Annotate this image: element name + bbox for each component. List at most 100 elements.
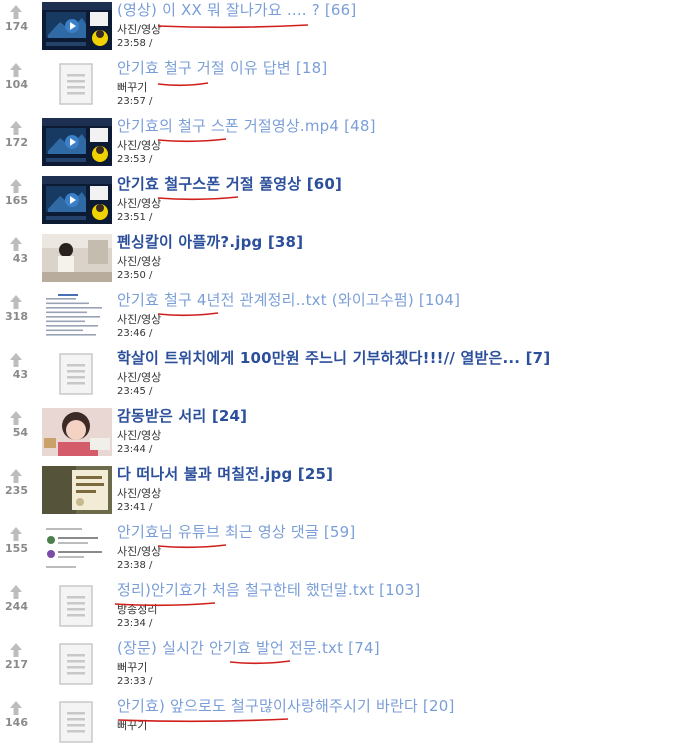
upvote-arrow-icon[interactable] (10, 700, 22, 715)
vote-count: 165 (5, 194, 28, 207)
post-row[interactable]: 54 감동받은 서리 [24] 사진/영상 23:44 / (0, 406, 684, 464)
post-row[interactable]: 172 안기효의 철구 스폰 거절영상.mp4 [48] 사진/영상 23:53… (0, 116, 684, 174)
vote-count: 54 (12, 426, 28, 439)
post-thumbnail[interactable] (42, 234, 112, 282)
upvote-arrow-icon[interactable] (10, 584, 22, 599)
vote-count: 146 (5, 716, 28, 729)
upvote-arrow-icon[interactable] (10, 468, 22, 483)
vote-area: 146 (0, 696, 36, 754)
post-thumbnail[interactable] (42, 176, 112, 224)
post-title-link[interactable]: 정리)안기효가 처음 철구한테 했던말.txt [103] (117, 580, 420, 600)
post-title-link[interactable]: 안기효의 철구 스폰 거절영상.mp4 [48] (117, 116, 376, 136)
post-title-link[interactable]: 학살이 트위치에게 100만원 주느니 기부하겠다!!!// 열받은... [7… (117, 348, 550, 368)
post-category[interactable]: 사진/영상 (117, 21, 161, 37)
upvote-arrow-icon[interactable] (10, 236, 22, 251)
document-icon[interactable] (42, 640, 112, 688)
post-category[interactable]: 사진/영상 (117, 369, 161, 385)
vote-area: 43 (0, 232, 36, 290)
vote-area: 244 (0, 580, 36, 638)
vote-area: 43 (0, 348, 36, 406)
vote-area: 318 (0, 290, 36, 348)
vote-count: 318 (5, 310, 28, 323)
post-row[interactable]: 104 안기효 철구 거절 이유 답변 [18] 뻐꾸기 23:57 / (0, 58, 684, 116)
vote-area: 174 (0, 0, 36, 58)
vote-count: 235 (5, 484, 28, 497)
post-time: 23:46 / (117, 328, 153, 339)
upvote-arrow-icon[interactable] (10, 4, 22, 19)
post-category[interactable]: 뻐꾸기 (117, 659, 147, 675)
post-time: 23:53 / (117, 154, 153, 165)
vote-count: 217 (5, 658, 28, 671)
post-row[interactable]: 318 안기효 철구 4년전 관계정리..txt (와이고수펌) [104] 사… (0, 290, 684, 348)
vote-area: 235 (0, 464, 36, 522)
post-title-link[interactable]: 다 떠나서 불과 며칠전.jpg [25] (117, 464, 333, 484)
post-title-link[interactable]: 안기효님 유튜브 최근 영상 댓글 [59] (117, 522, 355, 542)
upvote-arrow-icon[interactable] (10, 352, 22, 367)
post-title-link[interactable]: (영상) 이 XX 뭐 잘나가요 .... ? [66] (117, 0, 356, 20)
post-row[interactable]: 217 (장문) 실시간 안기효 발언 전문.txt [74] 뻐꾸기 23:3… (0, 638, 684, 696)
document-icon[interactable] (42, 60, 112, 108)
vote-area: 54 (0, 406, 36, 464)
post-time: 23:34 / (117, 618, 153, 629)
vote-count: 172 (5, 136, 28, 149)
document-icon[interactable] (42, 350, 112, 398)
upvote-arrow-icon[interactable] (10, 294, 22, 309)
post-title-link[interactable]: (장문) 실시간 안기효 발언 전문.txt [74] (117, 638, 380, 658)
vote-count: 43 (12, 368, 28, 381)
upvote-arrow-icon[interactable] (10, 526, 22, 541)
post-row[interactable]: 43 펜싱칼이 아플까?.jpg [38] 사진/영상 23:50 / (0, 232, 684, 290)
post-title-link[interactable]: 감동받은 서리 [24] (117, 406, 247, 426)
post-thumbnail[interactable] (42, 292, 112, 340)
post-category[interactable]: 사진/영상 (117, 427, 161, 443)
post-title-link[interactable]: 안기효) 앞으로도 철구많이사랑해주시기 바란다 [20] (117, 696, 455, 716)
upvote-arrow-icon[interactable] (10, 642, 22, 657)
post-time: 23:57 / (117, 96, 153, 107)
vote-count: 104 (5, 78, 28, 91)
post-time: 23:44 / (117, 444, 153, 455)
post-row[interactable]: 235 다 떠나서 불과 며칠전.jpg [25] 사진/영상 23:41 / (0, 464, 684, 522)
vote-count: 174 (5, 20, 28, 33)
post-title-link[interactable]: 안기효 철구스폰 거절 풀영상 [60] (117, 174, 342, 194)
document-icon[interactable] (42, 582, 112, 630)
post-category[interactable]: 사진/영상 (117, 543, 161, 559)
post-time: 23:33 / (117, 676, 153, 687)
post-thumbnail[interactable] (42, 118, 112, 166)
post-category[interactable]: 사진/영상 (117, 485, 161, 501)
post-row[interactable]: 174 (영상) 이 XX 뭐 잘나가요 .... ? [66] 사진/영상 2… (0, 0, 684, 58)
post-time: 23:50 / (117, 270, 153, 281)
vote-area: 165 (0, 174, 36, 232)
post-time: 23:41 / (117, 502, 153, 513)
post-category[interactable]: 방송정리 (117, 601, 157, 617)
post-row[interactable]: 43 학살이 트위치에게 100만원 주느니 기부하겠다!!!// 열받은...… (0, 348, 684, 406)
post-category[interactable]: 뻐꾸기 (117, 717, 147, 733)
post-category[interactable]: 사진/영상 (117, 195, 161, 211)
post-category[interactable]: 뻐꾸기 (117, 79, 147, 95)
post-row[interactable]: 155 안기효님 유튜브 최근 영상 댓글 [59] 사진/영상 23:38 / (0, 522, 684, 580)
post-title-link[interactable]: 안기효 철구 4년전 관계정리..txt (와이고수펌) [104] (117, 290, 460, 310)
post-category[interactable]: 사진/영상 (117, 137, 161, 153)
post-thumbnail[interactable] (42, 466, 112, 514)
post-time: 23:58 / (117, 38, 153, 49)
post-category[interactable]: 사진/영상 (117, 253, 161, 269)
post-time: 23:45 / (117, 386, 153, 397)
upvote-arrow-icon[interactable] (10, 120, 22, 135)
post-category[interactable]: 사진/영상 (117, 311, 161, 327)
post-thumbnail[interactable] (42, 408, 112, 456)
post-title-link[interactable]: 안기효 철구 거절 이유 답변 [18] (117, 58, 327, 78)
post-thumbnail[interactable] (42, 2, 112, 50)
post-time: 23:38 / (117, 560, 153, 571)
post-title-link[interactable]: 펜싱칼이 아플까?.jpg [38] (117, 232, 303, 252)
vote-count: 43 (12, 252, 28, 265)
vote-area: 217 (0, 638, 36, 696)
document-icon[interactable] (42, 698, 112, 746)
upvote-arrow-icon[interactable] (10, 62, 22, 77)
post-thumbnail[interactable] (42, 524, 112, 572)
upvote-arrow-icon[interactable] (10, 178, 22, 193)
vote-count: 244 (5, 600, 28, 613)
upvote-arrow-icon[interactable] (10, 410, 22, 425)
post-row[interactable]: 165 안기효 철구스폰 거절 풀영상 [60] 사진/영상 23:51 / (0, 174, 684, 232)
post-row[interactable]: 244 정리)안기효가 처음 철구한테 했던말.txt [103] 방송정리 2… (0, 580, 684, 638)
vote-area: 155 (0, 522, 36, 580)
post-row[interactable]: 146 안기효) 앞으로도 철구많이사랑해주시기 바란다 [20] 뻐꾸기 (0, 696, 684, 754)
post-time: 23:51 / (117, 212, 153, 223)
